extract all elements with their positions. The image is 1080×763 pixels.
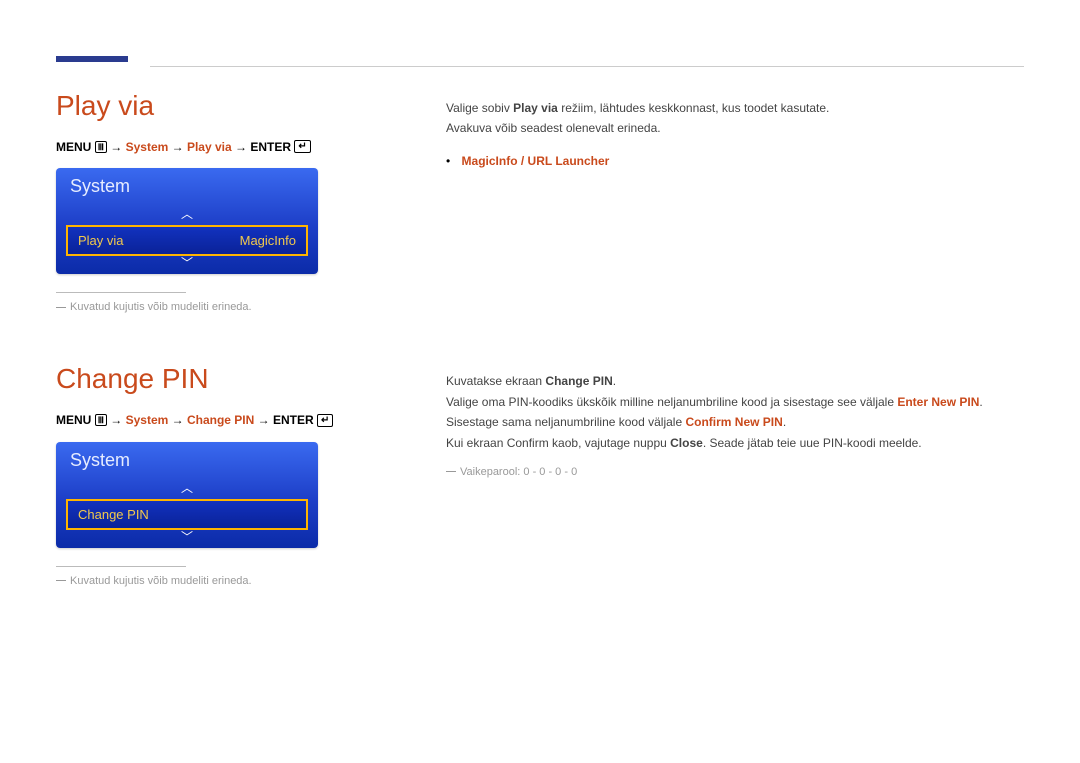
play-via-heading: Play via: [56, 90, 446, 122]
bc-arrow: →: [232, 140, 251, 154]
change-pin-panel: System ︿ Change PIN ﹀: [56, 442, 318, 548]
change-pin-breadcrumb: MENU Ⅲ → System → Change PIN → ENTER ↵: [56, 413, 446, 427]
bc-arrow: →: [168, 140, 187, 154]
header-accent-bar: [56, 56, 128, 62]
play-via-left-col: Play via MENU Ⅲ → System → Play via → EN…: [56, 90, 446, 313]
menu-item-label: Change PIN: [78, 507, 149, 522]
change-pin-tip: Vaikeparool: 0 - 0 - 0 - 0: [446, 463, 1024, 482]
change-pin-line-1: Kuvatakse ekraan Change PIN.: [446, 371, 1024, 391]
footnote-rule: [56, 566, 186, 567]
header-rule: [150, 66, 1024, 67]
footnote-rule: [56, 292, 186, 293]
bc-arrow: →: [168, 413, 187, 427]
dash-icon: [56, 307, 66, 308]
bc-playvia: Play via: [187, 140, 232, 154]
play-via-bullet: • MagicInfo / URL Launcher: [446, 151, 1024, 171]
chevron-up-icon[interactable]: ︿: [56, 207, 318, 225]
change-pin-footnote: Kuvatud kujutis võib mudeliti erineda.: [56, 575, 446, 587]
dash-icon: [56, 580, 66, 581]
bc-arrow: →: [254, 413, 273, 427]
change-pin-heading: Change PIN: [56, 363, 446, 395]
bc-enter-label: ENTER: [250, 140, 291, 154]
bullet-text: MagicInfo / URL Launcher: [462, 154, 610, 168]
enter-icon: ↵: [294, 140, 310, 153]
tip-text: Vaikeparool: 0 - 0 - 0 - 0: [460, 466, 577, 478]
bullet-icon: •: [446, 154, 450, 168]
menu-item-value: MagicInfo: [240, 233, 296, 248]
menu-item-label: Play via: [78, 233, 124, 248]
play-via-desc-1: Valige sobiv Play via režiim, lähtudes k…: [446, 98, 1024, 118]
change-pin-line-2: Valige oma PIN-koodiks ükskõik milline n…: [446, 392, 1024, 433]
chevron-up-icon[interactable]: ︿: [56, 481, 318, 499]
chevron-down-icon[interactable]: ﹀: [56, 256, 318, 274]
bc-enter-label: ENTER: [273, 413, 314, 427]
panel-title: System: [56, 168, 318, 207]
section-change-pin: Change PIN MENU Ⅲ → System → Change PIN …: [56, 363, 1024, 586]
footnote-text: Kuvatud kujutis võib mudeliti erineda.: [70, 301, 252, 313]
chevron-down-icon[interactable]: ﹀: [56, 530, 318, 548]
bc-system: System: [126, 413, 169, 427]
change-pin-left-col: Change PIN MENU Ⅲ → System → Change PIN …: [56, 363, 446, 586]
play-via-footnote: Kuvatud kujutis võib mudeliti erineda.: [56, 301, 446, 313]
play-via-panel: System ︿ Play via MagicInfo ﹀: [56, 168, 318, 274]
bc-menu-label: MENU: [56, 140, 91, 154]
dash-icon: [446, 471, 456, 472]
play-via-breadcrumb: MENU Ⅲ → System → Play via → ENTER ↵: [56, 140, 446, 154]
panel-title: System: [56, 442, 318, 481]
footnote-text: Kuvatud kujutis võib mudeliti erineda.: [70, 575, 252, 587]
play-via-menu-item[interactable]: Play via MagicInfo: [66, 225, 308, 256]
play-via-desc-2: Avakuva võib seadest olenevalt erineda.: [446, 118, 1024, 138]
content-area: Play via MENU Ⅲ → System → Play via → EN…: [56, 90, 1024, 587]
change-pin-right-col: Kuvatakse ekraan Change PIN. Valige oma …: [446, 363, 1024, 586]
bc-menu-label: MENU: [56, 413, 91, 427]
menu-icon: Ⅲ: [95, 414, 107, 426]
change-pin-line-3: Kui ekraan Confirm kaob, vajutage nuppu …: [446, 433, 1024, 453]
bc-arrow: →: [110, 140, 125, 154]
section-play-via: Play via MENU Ⅲ → System → Play via → EN…: [56, 90, 1024, 313]
bc-system: System: [126, 140, 169, 154]
menu-icon: Ⅲ: [95, 141, 107, 153]
change-pin-menu-item[interactable]: Change PIN: [66, 499, 308, 530]
enter-icon: ↵: [317, 414, 333, 427]
play-via-right-col: Valige sobiv Play via režiim, lähtudes k…: [446, 90, 1024, 313]
bc-arrow: →: [110, 413, 125, 427]
bc-changepin: Change PIN: [187, 413, 254, 427]
